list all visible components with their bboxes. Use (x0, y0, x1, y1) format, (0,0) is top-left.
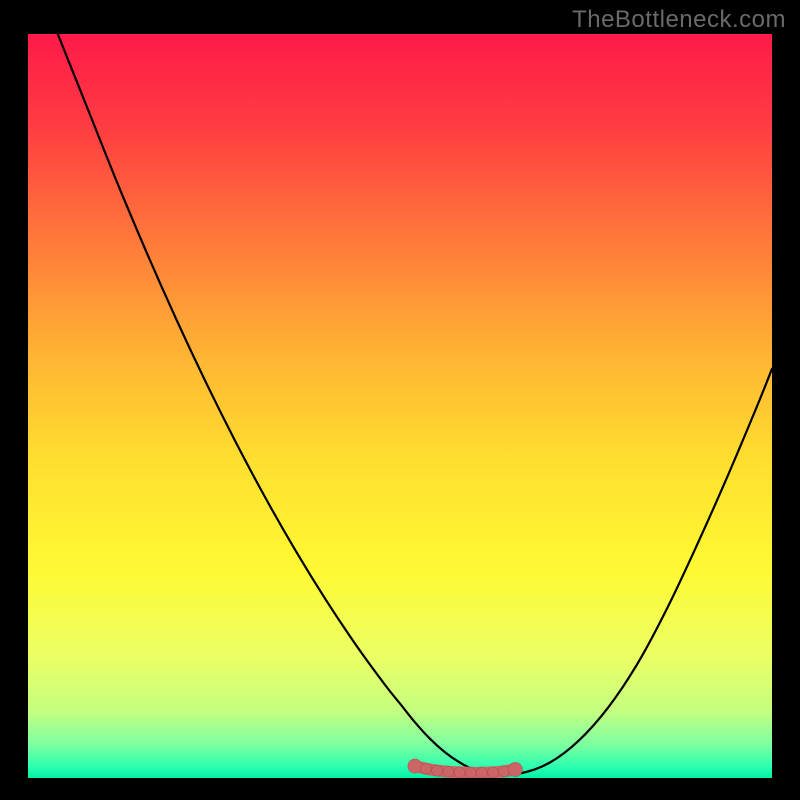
valley-marker-dot (488, 767, 499, 778)
valley-marker-dot (408, 759, 422, 773)
valley-marker-dot (499, 766, 510, 777)
valley-marker-dot (454, 767, 465, 778)
valley-marker-dot (421, 763, 432, 774)
gradient-background (28, 34, 772, 778)
chart-svg (28, 34, 772, 778)
valley-marker-dot (432, 765, 443, 776)
chart-frame: TheBottleneck.com (0, 0, 800, 800)
plot-area (28, 34, 772, 778)
valley-marker-dot (465, 767, 476, 778)
valley-marker-dot (443, 766, 454, 777)
valley-marker-dot (508, 762, 522, 776)
valley-marker-dot (476, 767, 487, 778)
watermark-text: TheBottleneck.com (572, 6, 786, 34)
